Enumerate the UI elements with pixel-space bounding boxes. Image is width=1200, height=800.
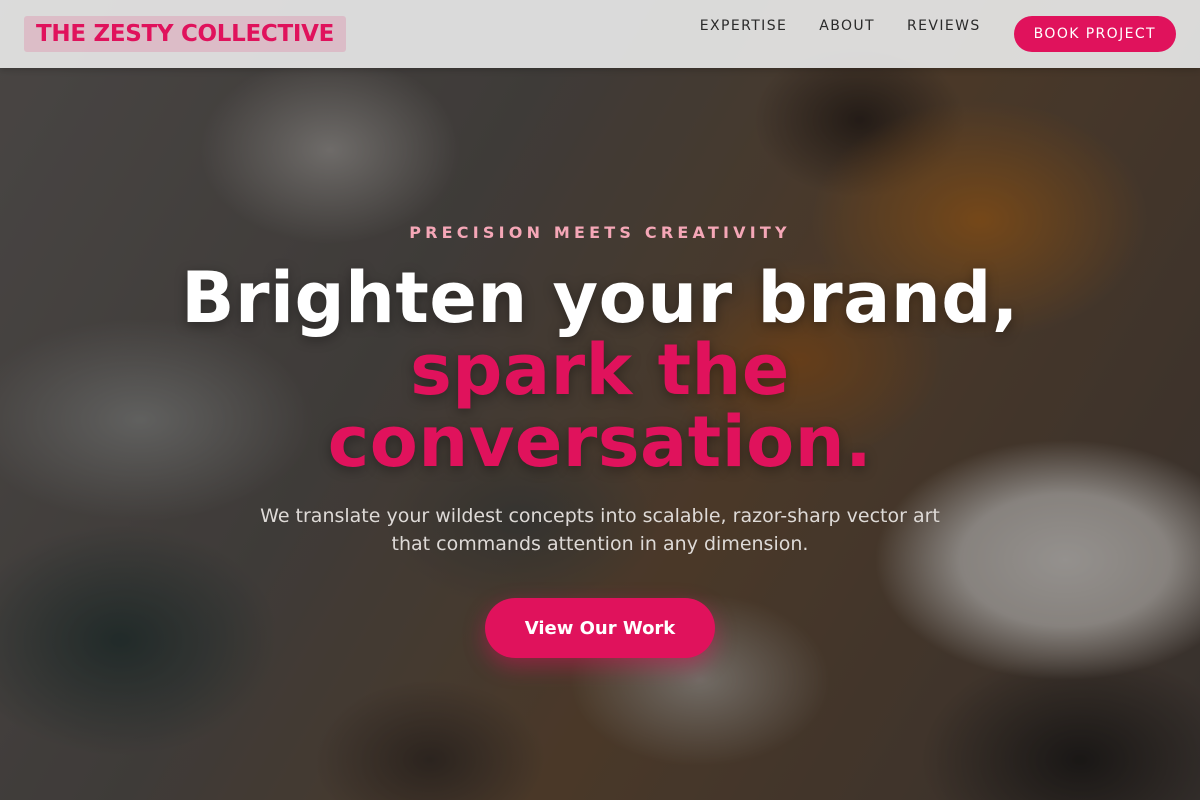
headline-plain-text: Brighten your brand, bbox=[181, 257, 1019, 339]
page: THE ZESTY COLLECTIVE EXPERTISE ABOUT REV… bbox=[0, 0, 1200, 800]
nav-link-expertise[interactable]: EXPERTISE bbox=[700, 17, 787, 35]
hero-eyebrow: PRECISION MEETS CREATIVITY bbox=[409, 223, 791, 242]
brand-logo[interactable]: THE ZESTY COLLECTIVE bbox=[24, 16, 347, 52]
main-nav: EXPERTISE ABOUT REVIEWS BOOK PROJECT bbox=[700, 0, 1176, 68]
hero-headline: Brighten your brand, spark the conversat… bbox=[150, 262, 1050, 478]
nav-link-reviews[interactable]: REVIEWS bbox=[907, 17, 981, 35]
site-header: THE ZESTY COLLECTIVE EXPERTISE ABOUT REV… bbox=[0, 0, 1200, 68]
hero-subtext: We translate your wildest concepts into … bbox=[260, 505, 940, 555]
book-project-button[interactable]: BOOK PROJECT bbox=[1013, 16, 1176, 52]
nav-link-about[interactable]: ABOUT bbox=[819, 17, 875, 35]
view-our-work-button[interactable]: View Our Work bbox=[485, 598, 715, 658]
headline-accent-text: spark the conversation. bbox=[327, 329, 873, 483]
hero-section: PRECISION MEETS CREATIVITY Brighten your… bbox=[0, 68, 1200, 800]
